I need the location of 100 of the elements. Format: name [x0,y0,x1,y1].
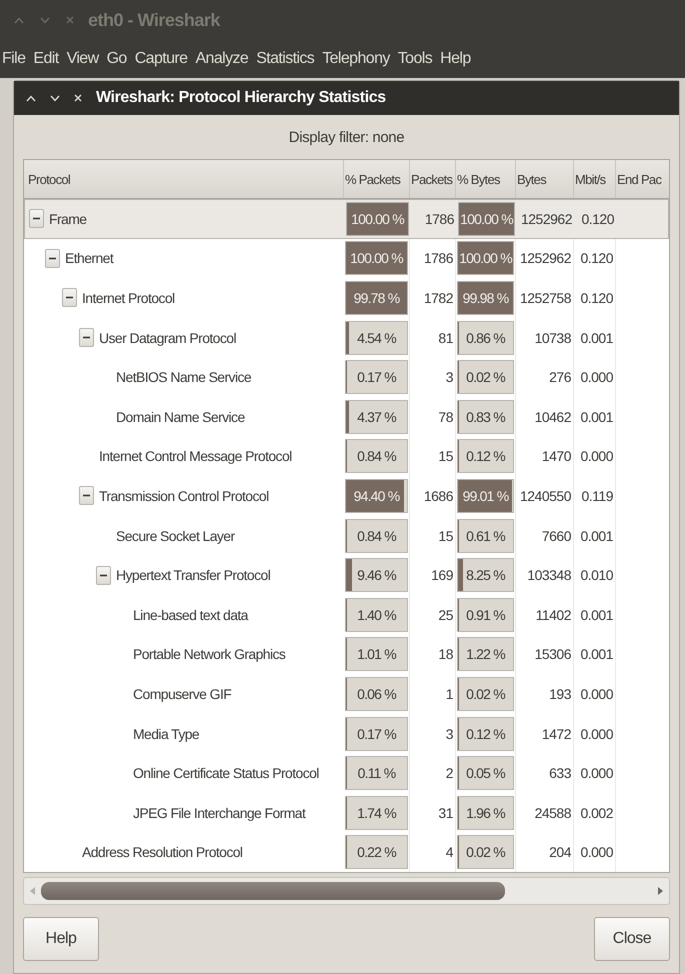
table-row[interactable]: Online Certificate Status Protocol 0.11 % 2 0.05 % 633 0.000 [24,753,669,793]
percent-value: 0.86 % [466,330,505,346]
table-cell: 1786 [424,250,453,266]
table-cell: 0.120 [581,210,614,227]
table-cell: 1686 [424,488,453,504]
dialog-title: Wireshark: Protocol Hierarchy Statistics [96,89,386,107]
minus-icon [83,334,90,342]
column-header[interactable]: End Pac [616,160,664,198]
menu-item[interactable]: File [2,50,26,68]
window-title: eth0 - Wireshark [88,10,220,30]
menu-item[interactable]: Tools [398,50,432,68]
table-row[interactable]: Transmission Control Protocol 94.40 % 1686 99.01 % 1240550 0.119 [24,476,669,516]
scrollbar-track[interactable] [23,877,670,906]
minus-icon [33,215,40,222]
table-row[interactable]: Address Resolution Protocol 0.22 % 4 0.02 % 204 0.000 [24,832,669,872]
percent-value: 0.91 % [466,606,505,623]
table-cell: 276 [549,369,571,386]
protocol-name: Ethernet [65,250,114,266]
table-cell: 0.000 [580,686,613,702]
minus-icon [49,254,56,262]
column-header[interactable]: Protocol [24,160,344,198]
table-row[interactable]: Media Type 0.17 % 3 0.12 % 1472 0.000 [24,714,669,754]
table-row[interactable]: User Datagram Protocol 4.54 % 81 0.86 % 10738 0.001 [24,318,669,358]
table-cell: 15 [438,448,453,464]
table-cell: 78 [438,408,453,425]
percent-value: 0.84 % [357,448,396,464]
percent-value: 99.01 % [462,488,508,504]
table-row[interactable]: Portable Network Graphics 1.01 % 18 1.22 % 15306 0.001 [24,634,669,674]
table-row[interactable]: Internet Protocol 99.78 % 1782 99.98 % 1252758 0.120 [24,278,669,318]
percent-value: 0.83 % [466,408,505,425]
tree-expander[interactable] [45,248,60,268]
percent-value: 99.78 % [354,290,400,306]
percent-value: 4.37 % [357,408,396,425]
table-row[interactable]: Internet Control Message Protocol 0.84 % 15 0.12 % 1470 0.000 [24,436,669,476]
table-cell: 0.001 [580,330,613,346]
table-cell: 0.119 [582,488,613,504]
table-row[interactable]: Ethernet 100.00 % 1786 100.00 % 1252962 0.120 [24,238,669,278]
close-button[interactable]: Close [594,917,670,962]
protocol-name: Online Certificate Status Protocol [133,765,319,782]
table-cell: 25 [438,606,453,623]
protocol-name: Media Type [133,726,200,742]
table-cell: 0.120 [580,250,613,266]
table-cell: 3 [446,369,453,386]
menu-item[interactable]: Capture [134,50,188,68]
menu-item[interactable]: Telephony [322,50,390,68]
table-row[interactable]: Compuserve GIF 0.06 % 1 0.02 % 193 0.000 [24,674,669,714]
minus-icon [100,572,107,579]
percent-value: 0.12 % [466,726,505,742]
tree-expander[interactable] [79,486,94,506]
table-row[interactable]: Domain Name Service 4.37 % 78 0.83 % 10462 0.001 [24,396,669,437]
menu-item[interactable]: Statistics [256,50,314,68]
percent-value: 4.54 % [357,330,396,346]
protocol-name: Domain Name Service [116,408,245,425]
percent-value: 100.00 % [351,210,404,227]
table-cell: 1782 [424,290,453,306]
table-cell: 0.010 [580,567,613,584]
table-cell: 31 [438,804,453,821]
table-row[interactable]: Line-based text data 1.40 % 25 0.91 % 11402 0.001 [24,594,669,635]
help-button[interactable]: Help [23,917,99,962]
scroll-right-icon[interactable] [658,887,663,896]
table-cell: 4 [446,844,453,860]
table-cell: 0.000 [580,726,613,742]
protocol-name: Secure Socket Layer [116,528,235,544]
column-header[interactable]: % Bytes [456,160,516,198]
menu-item[interactable]: Go [106,50,127,68]
table-cell: 0.001 [580,408,613,425]
menu-item[interactable]: View [66,50,99,68]
menu-item[interactable]: Edit [33,50,59,68]
protocol-name: Hypertext Transfer Protocol [116,567,270,584]
menu-item[interactable]: Help [440,50,471,68]
column-header[interactable]: Packets [410,160,456,198]
table-row[interactable]: Hypertext Transfer Protocol 9.46 % 169 8.25 % 103348 0.010 [24,555,669,595]
table-cell: 1252962 [520,250,571,266]
tree-expander[interactable] [96,566,111,585]
table-row[interactable]: Secure Socket Layer 0.84 % 15 0.61 % 7660 0.001 [24,516,669,556]
percent-value: 100.00 % [460,210,513,227]
menu-item[interactable]: Analyze [195,50,248,68]
column-header[interactable]: % Packets [344,160,410,198]
protocol-name: Transmission Control Protocol [99,488,269,504]
table-cell: 0.001 [580,646,613,662]
column-header[interactable]: Bytes [516,160,574,198]
table-row[interactable]: NetBIOS Name Service 0.17 % 3 0.02 % 276 0.000 [24,357,669,397]
minus-icon [66,294,73,302]
percent-value: 1.40 % [357,606,396,623]
tree-expander[interactable] [29,209,44,228]
table-cell: 0.000 [580,369,613,386]
percent-value: 0.84 % [357,528,396,544]
table-cell: 193 [549,686,571,702]
table-row[interactable]: Frame 100.00 % 1786 100.00 % 1252962 0.120 [24,199,669,239]
table-cell: 1786 [424,210,454,227]
table-row[interactable]: JPEG File Interchange Format 1.74 % 31 1.96 % 24588 0.002 [24,792,669,832]
table-cell: 15 [438,528,453,544]
tree-expander[interactable] [79,328,94,348]
table-cell: 204 [549,844,571,860]
table-cell: 24588 [534,804,571,821]
scrollbar-thumb[interactable] [41,882,506,900]
tree-expander[interactable] [62,288,77,308]
table-cell: 1470 [542,448,571,464]
table-cell: 1 [446,686,453,702]
column-header[interactable]: Mbit/s [574,160,616,198]
